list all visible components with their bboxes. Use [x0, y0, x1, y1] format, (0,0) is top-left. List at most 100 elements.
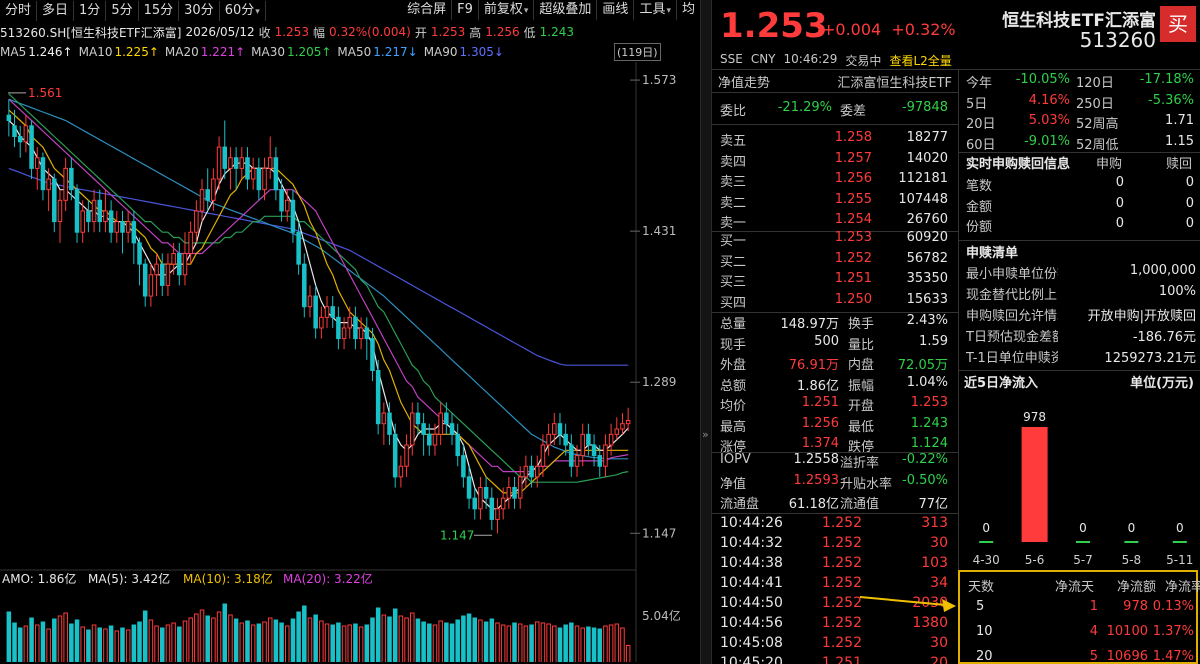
volume-bar	[80, 626, 85, 662]
ma10-value: 1.225↑	[114, 45, 159, 59]
l2-link[interactable]: 查看L2全量	[889, 52, 951, 69]
close-label: 收	[258, 25, 271, 40]
stat-label: 均价	[720, 399, 747, 414]
f9-button[interactable]: F9	[452, 0, 479, 20]
flow-value-label: 0	[982, 521, 990, 535]
iopv-value: -0.50%	[902, 472, 948, 488]
tick-price: 1.252	[821, 535, 862, 551]
tab-net-value[interactable]: 净值走势	[718, 72, 770, 92]
currency: CNY	[750, 52, 776, 66]
flow-bar	[979, 541, 994, 543]
ma30-label: MA30	[251, 45, 285, 59]
high-label: 高	[469, 25, 482, 40]
collapse-icon[interactable]: »	[702, 428, 709, 441]
volume-bar	[552, 625, 557, 662]
exchange: SSE	[720, 52, 743, 66]
stat-label: 振幅	[848, 378, 875, 394]
candle	[415, 412, 421, 425]
candlestick-chart[interactable]: 1.573 1.431 1.289 1.147 1.561 1.147 AMO: 1.86亿…	[0, 62, 700, 662]
ask-label: 卖一	[720, 216, 747, 231]
volume-bar	[392, 608, 398, 662]
flow-rate: 1.47%	[1152, 649, 1194, 664]
tab-60min[interactable]: 60分	[220, 1, 266, 21]
ask-volume: 112181	[898, 171, 948, 186]
candle	[211, 178, 216, 201]
flow-unit: 单位(万元)	[1130, 376, 1194, 391]
candle	[69, 167, 74, 191]
volume-bar	[142, 610, 148, 662]
bar-date: 2026/05/12	[185, 25, 255, 39]
panel-divider[interactable]: »	[700, 0, 712, 664]
net-flow-chart[interactable]: 0 4-30 978 5-6 0 5-7 0 5-8 0 5-11	[958, 392, 1200, 572]
tick-volume: 30	[930, 635, 948, 651]
volume-bar	[290, 618, 296, 662]
tab-fenshi[interactable]: 分时	[0, 1, 38, 21]
high-price-label: 1.561	[28, 86, 62, 100]
tab-1min[interactable]: 1分	[74, 1, 107, 21]
tab-fund-name[interactable]: 汇添富恒生科技ETF	[822, 72, 952, 92]
buy-button[interactable]: 买	[1160, 6, 1196, 42]
list-title: 申赎清单	[966, 246, 1019, 261]
wei-diff-label: 委差	[840, 104, 867, 119]
candle	[455, 433, 460, 457]
volume-bar	[120, 627, 125, 662]
amo-ma5: MA(5): 3.42亿	[88, 571, 170, 586]
kline-panel: 分时 多日 1分 5分 15分 30分 60分 综合屏 F9 前复权 超级叠加 …	[0, 0, 700, 664]
bid-volume: 60920	[906, 230, 948, 245]
volume-bar	[540, 622, 546, 662]
last-price: 1.253	[720, 6, 828, 46]
tab-duori[interactable]: 多日	[37, 1, 75, 21]
volume-bar	[239, 622, 245, 662]
volume-bar	[17, 627, 23, 662]
candle	[80, 210, 85, 233]
y-tick-label: 1.289	[642, 375, 676, 389]
stat-label: 外盘	[720, 358, 747, 373]
composite-screen-button[interactable]: 综合屏	[402, 0, 453, 20]
tab-30min[interactable]: 30分	[179, 1, 220, 21]
low-value: 1.243	[539, 25, 574, 39]
tick-time: 10:44:32	[720, 535, 783, 551]
volume-bar	[23, 625, 29, 662]
volume-bar	[461, 615, 466, 662]
tab-15min[interactable]: 15分	[139, 1, 180, 21]
stat-label: 总量	[720, 317, 747, 332]
adjust-button[interactable]: 前复权	[479, 0, 535, 20]
overlay-button[interactable]: 超级叠加	[534, 0, 598, 20]
ma20-line	[8, 98, 629, 473]
price-change: +0.004 +0.32%	[822, 20, 956, 39]
candle	[233, 157, 239, 169]
volume-bar	[387, 616, 392, 662]
ma10-label: MA10	[78, 45, 113, 59]
sub-header-redeem: 赎回	[1166, 157, 1193, 172]
volume-bar	[358, 626, 364, 662]
candle	[552, 423, 557, 435]
average-button[interactable]: 均	[677, 0, 700, 20]
period-count[interactable]: (119日)	[614, 43, 661, 61]
perf-label: 120日	[1076, 76, 1114, 91]
candle	[483, 487, 489, 499]
candle	[478, 487, 483, 510]
bid-label: 买一	[720, 234, 747, 249]
change-pct: +0.32%	[891, 20, 956, 39]
sub-info-redeem: 0	[1185, 216, 1194, 231]
volume-bar	[165, 624, 171, 662]
tick-price: 1.251	[821, 655, 862, 664]
perf-value: -5.36%	[1148, 92, 1194, 108]
flow-date-label: 5-11	[1166, 553, 1193, 567]
volume-bar	[472, 617, 478, 662]
tick-price: 1.252	[821, 515, 862, 531]
volume-bar	[284, 625, 290, 662]
candle	[517, 476, 523, 499]
draw-button[interactable]: 画线	[597, 0, 635, 20]
candle	[495, 508, 500, 520]
bid-price: 1.250	[834, 291, 872, 307]
tab-5min[interactable]: 5分	[106, 1, 139, 21]
tools-button[interactable]: 工具	[634, 0, 677, 20]
tick-price: 1.252	[821, 575, 862, 591]
quote-panel: 1.253 +0.004 +0.32% 恒生科技ETF汇添富 513260 买 …	[712, 0, 1200, 664]
bid-volume: 35350	[906, 271, 948, 286]
volume-bar	[415, 618, 421, 662]
volume-tick-label: 5.04亿	[642, 608, 681, 623]
volume-bar	[211, 617, 216, 662]
iopv-label: 溢折率	[840, 456, 880, 471]
